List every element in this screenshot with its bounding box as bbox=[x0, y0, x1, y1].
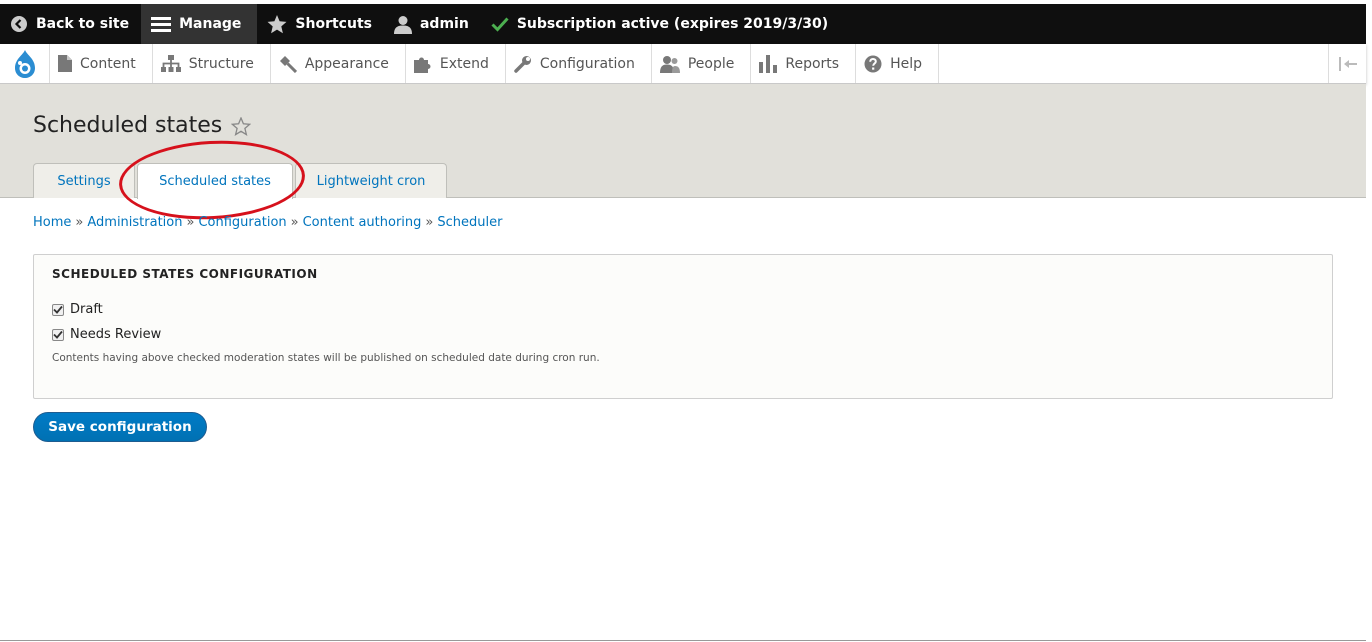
menu-item-content[interactable]: Content bbox=[50, 44, 153, 83]
tab-scheduled-states[interactable]: Scheduled states bbox=[137, 163, 293, 199]
menu-item-appearance-label: Appearance bbox=[304, 55, 389, 72]
tab-lightweight-cron[interactable]: Lightweight cron bbox=[295, 163, 447, 198]
menu-item-structure-label: Structure bbox=[188, 55, 254, 72]
breadcrumb-administration[interactable]: Administration bbox=[87, 215, 182, 230]
collapse-left-icon bbox=[1338, 56, 1357, 71]
breadcrumb-scheduler[interactable]: Scheduler bbox=[437, 215, 502, 230]
menu-item-configuration-label: Configuration bbox=[539, 55, 635, 72]
breadcrumb-content-authoring[interactable]: Content authoring bbox=[303, 215, 422, 230]
tab-lightweight-cron-label: Lightweight cron bbox=[316, 173, 426, 189]
menu-item-extend-label: Extend bbox=[439, 55, 489, 72]
file-icon bbox=[58, 55, 72, 72]
drupal-logo-icon bbox=[14, 49, 35, 78]
wrench-icon bbox=[514, 55, 531, 73]
tray-orientation-toggle[interactable] bbox=[1328, 44, 1366, 83]
tray-spacer bbox=[939, 44, 1328, 83]
subscription-status[interactable]: Subscription active (expires 2019/3/30) bbox=[481, 4, 840, 44]
menu-item-people-label: People bbox=[687, 55, 735, 72]
checkmark-icon bbox=[53, 330, 63, 339]
breadcrumb-separator: » bbox=[425, 215, 434, 230]
checkbox-row-needs-review: Needs Review bbox=[52, 327, 161, 342]
field-description: Contents having above checked moderation… bbox=[52, 352, 600, 364]
draft-checkbox[interactable] bbox=[52, 303, 64, 316]
user-toggle[interactable]: admin bbox=[384, 4, 481, 44]
needs-review-label[interactable]: Needs Review bbox=[70, 327, 161, 342]
tab-settings[interactable]: Settings bbox=[33, 163, 135, 198]
people-icon bbox=[659, 55, 680, 73]
menu-item-content-label: Content bbox=[80, 55, 136, 72]
back-to-site-link[interactable]: Back to site bbox=[0, 4, 141, 44]
checkbox-row-draft: Draft bbox=[52, 302, 103, 317]
user-icon bbox=[393, 15, 412, 34]
menu-item-people[interactable]: People bbox=[652, 44, 752, 83]
fieldset-legend: SCHEDULED STATES CONFIGURATION bbox=[52, 267, 318, 281]
puzzle-icon bbox=[413, 57, 431, 73]
manage-label: Manage bbox=[179, 16, 242, 32]
page-title-text: Scheduled states bbox=[33, 113, 223, 138]
tab-scheduled-states-label: Scheduled states bbox=[159, 174, 271, 189]
breadcrumb-separator: » bbox=[75, 215, 84, 230]
tab-settings-label: Settings bbox=[57, 173, 111, 189]
breadcrumb-separator: » bbox=[290, 215, 299, 230]
draft-label[interactable]: Draft bbox=[70, 302, 103, 317]
hamburger-icon bbox=[151, 17, 172, 32]
subscription-label: Subscription active (expires 2019/3/30) bbox=[516, 16, 829, 32]
breadcrumb-separator: » bbox=[186, 215, 195, 230]
menu-item-appearance[interactable]: Appearance bbox=[271, 44, 406, 83]
menu-item-help-label: Help bbox=[890, 55, 922, 72]
checkmark-icon bbox=[491, 17, 509, 32]
drupal-logo-link[interactable] bbox=[0, 44, 50, 83]
menu-item-structure[interactable]: Structure bbox=[153, 44, 271, 83]
star-icon bbox=[267, 14, 287, 33]
needs-review-checkbox[interactable] bbox=[52, 328, 64, 341]
menu-item-reports-label: Reports bbox=[785, 55, 840, 72]
scheduled-states-fieldset: SCHEDULED STATES CONFIGURATION Draft Nee… bbox=[33, 254, 1333, 399]
bar-chart-icon bbox=[759, 54, 778, 73]
help-icon bbox=[864, 55, 882, 72]
primary-tabs: Settings Scheduled states Lightweight cr… bbox=[33, 163, 449, 199]
shortcuts-toggle[interactable]: Shortcuts bbox=[257, 4, 384, 44]
breadcrumb-configuration[interactable]: Configuration bbox=[198, 215, 286, 230]
shortcuts-label: Shortcuts bbox=[295, 16, 372, 32]
manage-toggle[interactable]: Manage bbox=[141, 4, 258, 44]
chevron-left-circle-icon bbox=[11, 16, 27, 32]
page-bottom-border bbox=[0, 640, 1366, 641]
menu-item-extend[interactable]: Extend bbox=[406, 44, 506, 83]
menu-item-configuration[interactable]: Configuration bbox=[506, 44, 652, 83]
breadcrumb-home[interactable]: Home bbox=[33, 215, 71, 230]
admin-menu-tray: Content Structure Appearance Extend Conf… bbox=[0, 44, 1366, 84]
brush-icon bbox=[279, 55, 297, 73]
user-label: admin bbox=[419, 16, 469, 32]
breadcrumb: Home» Administration» Configuration» Conten… bbox=[33, 215, 502, 230]
menu-item-reports[interactable]: Reports bbox=[751, 44, 857, 83]
sitemap-icon bbox=[160, 55, 181, 72]
page-title: Scheduled states bbox=[33, 113, 252, 138]
save-configuration-button[interactable]: Save configuration bbox=[33, 412, 207, 442]
checkmark-icon bbox=[53, 305, 63, 314]
menu-item-help[interactable]: Help bbox=[856, 44, 939, 83]
back-to-site-label: Back to site bbox=[36, 16, 130, 32]
star-outline-icon[interactable] bbox=[231, 117, 252, 136]
admin-toolbar: Back to site Manage Shortcuts admin Subs… bbox=[0, 4, 1366, 44]
